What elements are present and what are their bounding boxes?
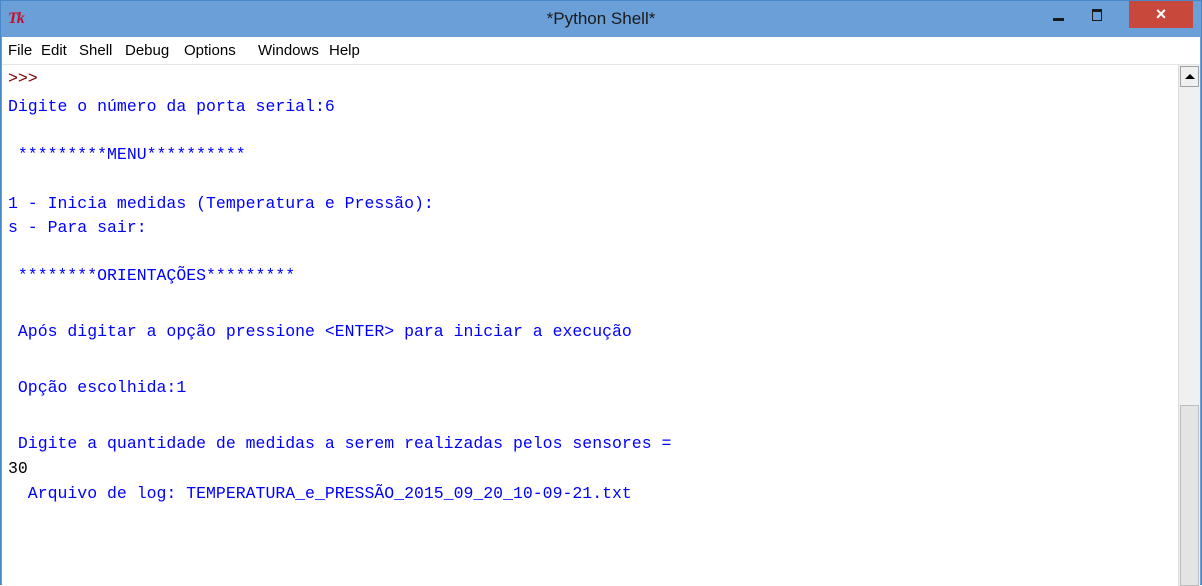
menu-help[interactable]: Help <box>329 42 360 59</box>
scroll-thumb[interactable] <box>1180 405 1199 586</box>
menu-file[interactable]: File <box>8 42 32 59</box>
menu-debug[interactable]: Debug <box>125 42 169 59</box>
shell-line: Após digitar a opção pressione <ENTER> p… <box>8 322 632 341</box>
shell-line: 1 - Inicia medidas (Temperatura e Pressã… <box>8 194 434 213</box>
vertical-scrollbar[interactable] <box>1178 65 1200 586</box>
scroll-up-arrow-icon[interactable] <box>1180 66 1199 87</box>
shell-line: ********ORIENTAÇÕES********* <box>8 266 296 285</box>
shell-line: Opção escolhida:1 <box>8 378 186 397</box>
menu-edit[interactable]: Edit <box>41 42 67 59</box>
menu-shell[interactable]: Shell <box>79 42 112 59</box>
shell-line: s - Para sair: <box>8 218 147 237</box>
shell-line: *********MENU********** <box>8 145 246 164</box>
menu-bar: File Edit Shell Debug Options Windows He… <box>2 37 1200 65</box>
shell-prompt: >>> <box>8 69 48 88</box>
shell-line: Digite a quantidade de medidas a serem r… <box>8 434 682 453</box>
python-shell-window: Tk *Python Shell* × File Edit Shell Debu… <box>0 0 1202 586</box>
minimize-button[interactable] <box>1047 5 1071 27</box>
close-button[interactable]: × <box>1129 1 1193 28</box>
window-title: *Python Shell* <box>546 9 656 28</box>
user-input-text: 1 <box>176 378 187 397</box>
user-input-text: 6 <box>324 97 335 116</box>
shell-line: Arquivo de log: TEMPERATURA_e_PRESSÃO_20… <box>8 484 632 503</box>
shell-output-area[interactable]: >>> Digite o número da porta serial:6 **… <box>2 65 1178 586</box>
user-input-text: 30 <box>8 459 28 478</box>
maximize-button[interactable] <box>1086 5 1110 27</box>
output-text: Digite o número da porta serial: <box>8 97 325 116</box>
menu-options[interactable]: Options <box>184 42 236 59</box>
shell-line: Digite o número da porta serial:6 <box>8 97 335 116</box>
output-text: Opção escolhida: <box>8 378 177 397</box>
menu-windows[interactable]: Windows <box>258 42 319 59</box>
title-bar[interactable]: Tk *Python Shell* × <box>1 1 1201 37</box>
